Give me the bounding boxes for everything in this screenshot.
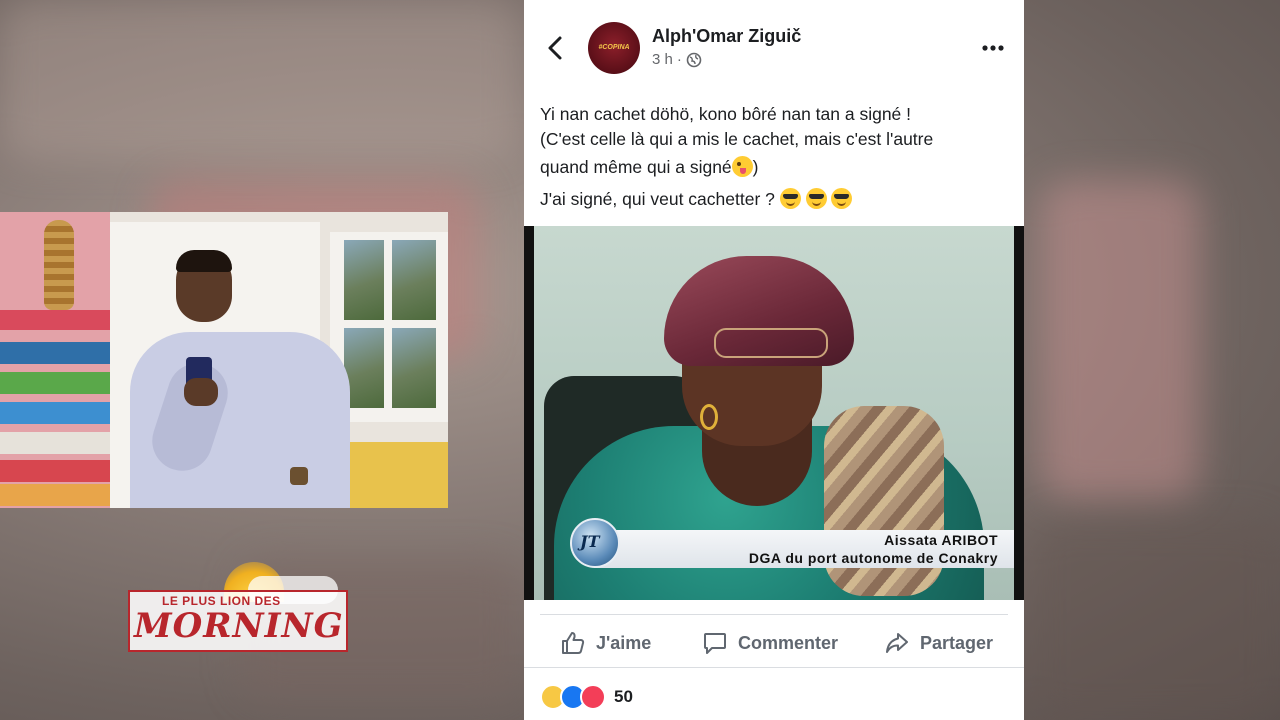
globe-icon xyxy=(686,52,702,67)
post-line-text: quand même qui a signé xyxy=(540,157,732,177)
share-label: Partager xyxy=(920,632,994,653)
caption-role: DGA du port autonome de Conakry xyxy=(748,550,998,566)
avatar-artwork: #COPINA xyxy=(598,44,630,51)
wall-stripe xyxy=(0,342,110,364)
share-arrow-icon xyxy=(886,633,908,653)
facebook-post: #COPINA Alph'Omar Ziguič 3 h · Yi nan ca… xyxy=(524,0,1024,720)
video-frame: Aissata ARIBOT DGA du port autonome de C… xyxy=(534,226,1014,600)
presenter-video-inset xyxy=(0,212,448,508)
logo-main-text: MORNING xyxy=(134,606,344,646)
chevron-left-icon xyxy=(548,36,562,60)
channel-logo: JT xyxy=(570,518,620,568)
sunglasses-emoji-icon xyxy=(831,188,853,209)
divider xyxy=(524,667,1024,668)
reaction-count: 50 xyxy=(614,687,633,706)
studio-floor xyxy=(340,442,448,508)
sunglasses-emoji-icon xyxy=(779,188,801,209)
window-pane xyxy=(392,240,436,320)
author-name[interactable]: Alph'Omar Ziguič xyxy=(652,26,801,47)
background-blur xyxy=(1040,180,1200,500)
background-blur xyxy=(1030,520,1280,720)
wall-stripe xyxy=(0,460,110,482)
speaker-glasses xyxy=(714,328,828,358)
divider xyxy=(540,614,1008,615)
channel-logo-text: JT xyxy=(580,532,600,551)
more-options-button[interactable] xyxy=(978,36,1008,60)
window-pane xyxy=(392,328,436,408)
like-button[interactable]: J'aime xyxy=(560,626,651,660)
post-text: Yi nan cachet döhö, kono bôré nan tan a … xyxy=(540,102,1010,212)
post-meta: 3 h · xyxy=(652,51,702,68)
share-button[interactable]: Partager xyxy=(884,626,993,660)
wristwatch xyxy=(290,467,308,485)
post-line: J'ai signé, qui veut cachetter ? xyxy=(540,187,1010,212)
decorative-vase xyxy=(44,220,74,310)
speaker-earring xyxy=(700,404,718,430)
show-logo: LE PLUS LION DES MORNING xyxy=(128,562,348,654)
shelf xyxy=(0,310,118,330)
lower-third-caption: Aissata ARIBOT DGA du port autonome de C… xyxy=(594,530,1014,568)
back-button[interactable] xyxy=(542,32,570,64)
presenter-hand xyxy=(184,378,218,406)
post-time[interactable]: 3 h xyxy=(652,51,673,68)
post-line-text: ) xyxy=(752,157,759,177)
sunglasses-emoji-icon xyxy=(805,188,827,209)
comment-label: Commenter xyxy=(738,632,839,653)
author-avatar[interactable]: #COPINA xyxy=(588,22,640,74)
wall-stripe xyxy=(0,372,110,394)
thumbs-up-icon xyxy=(562,632,585,654)
presenter-hair xyxy=(176,250,232,272)
wall-stripe xyxy=(0,484,110,506)
window-pane xyxy=(344,240,384,320)
wall-stripe xyxy=(0,402,110,424)
love-reaction-icon xyxy=(580,684,606,710)
winking-tongue-emoji-icon xyxy=(731,156,753,177)
background-blur xyxy=(0,0,520,160)
post-line-text: J'ai signé, qui veut cachetter ? xyxy=(540,189,780,209)
wall-stripe xyxy=(0,432,110,454)
post-video[interactable]: Aissata ARIBOT DGA du port autonome de C… xyxy=(524,226,1024,600)
caption-name: Aissata ARIBOT xyxy=(884,532,998,548)
post-line: quand même qui a signé) xyxy=(540,155,1010,180)
comment-button[interactable]: Commenter xyxy=(702,626,838,660)
reactions-summary[interactable]: 50 xyxy=(540,684,633,710)
comment-bubble-icon xyxy=(704,633,726,654)
meta-separator: · xyxy=(676,51,682,68)
post-line: (C'est celle là qui a mis le cachet, mai… xyxy=(540,129,934,149)
window-pane xyxy=(344,328,384,408)
more-horizontal-icon xyxy=(982,45,1004,51)
like-label: J'aime xyxy=(596,632,652,653)
post-line: Yi nan cachet döhö, kono bôré nan tan a … xyxy=(540,104,912,124)
